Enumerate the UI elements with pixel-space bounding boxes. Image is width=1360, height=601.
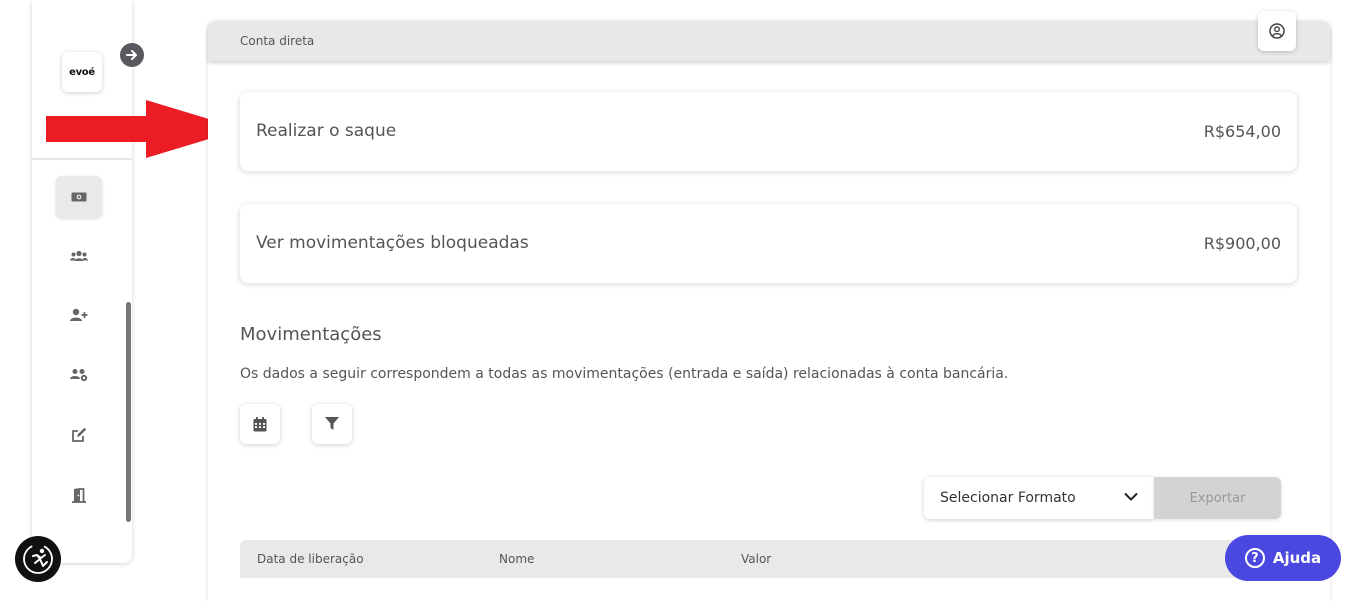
arrow-right-icon (126, 50, 137, 60)
filter-button[interactable] (312, 404, 352, 444)
blocked-movements-value: R$900,00 (1203, 234, 1281, 253)
add-user-icon (70, 308, 88, 321)
column-header-value: Valor (741, 552, 772, 566)
sidebar-item-logout[interactable] (56, 474, 102, 516)
help-button[interactable]: ? Ajuda (1225, 535, 1341, 581)
group-icon (70, 369, 88, 382)
logo-text: evoé (69, 66, 95, 78)
user-circle-icon (1269, 23, 1285, 39)
export-button[interactable]: Exportar (1154, 477, 1281, 519)
users-icon (70, 250, 88, 261)
exit-door-icon (72, 488, 86, 503)
withdraw-label: Realizar o saque (256, 121, 397, 141)
filter-icon (325, 417, 339, 430)
withdraw-card[interactable]: Realizar o saque R$654,00 (240, 92, 1297, 171)
sidebar-item-groups[interactable] (56, 354, 102, 396)
expand-sidebar-button[interactable] (120, 43, 144, 67)
movements-title: Movimentações (240, 324, 382, 345)
column-header-name: Nome (499, 552, 535, 566)
help-label: Ajuda (1272, 549, 1322, 567)
chevron-down-icon (1124, 493, 1138, 501)
evoe-logo[interactable]: evoé (62, 52, 102, 92)
blocked-movements-card[interactable]: Ver movimentações bloqueadas R$900,00 (240, 204, 1297, 283)
export-button-label: Exportar (1189, 490, 1246, 506)
money-icon (71, 192, 87, 202)
sidebar-item-finance[interactable] (56, 176, 102, 218)
top-bar: Conta direta (208, 21, 1330, 61)
accessibility-button[interactable] (15, 536, 61, 582)
accessibility-icon (23, 544, 53, 574)
calendar-icon (253, 416, 267, 431)
table-header: Data de liberação Nome Valor (240, 540, 1297, 578)
sidebar-item-add-user[interactable] (56, 294, 102, 336)
format-select-label: Selecionar Formato (940, 490, 1076, 506)
breadcrumb: Conta direta (240, 34, 315, 48)
format-select[interactable]: Selecionar Formato (924, 477, 1154, 519)
date-filter-button[interactable] (240, 404, 280, 444)
sidebar: evoé (32, 0, 144, 563)
profile-button[interactable] (1258, 11, 1296, 51)
sidebar-item-users[interactable] (56, 235, 102, 277)
movements-description: Os dados a seguir correspondem a todas a… (240, 366, 1009, 382)
blocked-movements-label: Ver movimentações bloqueadas (256, 233, 529, 253)
sidebar-scrollbar[interactable] (126, 302, 131, 522)
sidebar-item-edit[interactable] (56, 414, 102, 456)
sidebar-divider (32, 158, 132, 160)
main-panel: Conta direta Realizar o saque R$654,00 V… (208, 11, 1330, 601)
question-icon: ? (1244, 548, 1265, 568)
edit-icon (72, 427, 87, 442)
column-header-release-date: Data de liberação (257, 552, 364, 566)
withdraw-value: R$654,00 (1203, 122, 1281, 141)
